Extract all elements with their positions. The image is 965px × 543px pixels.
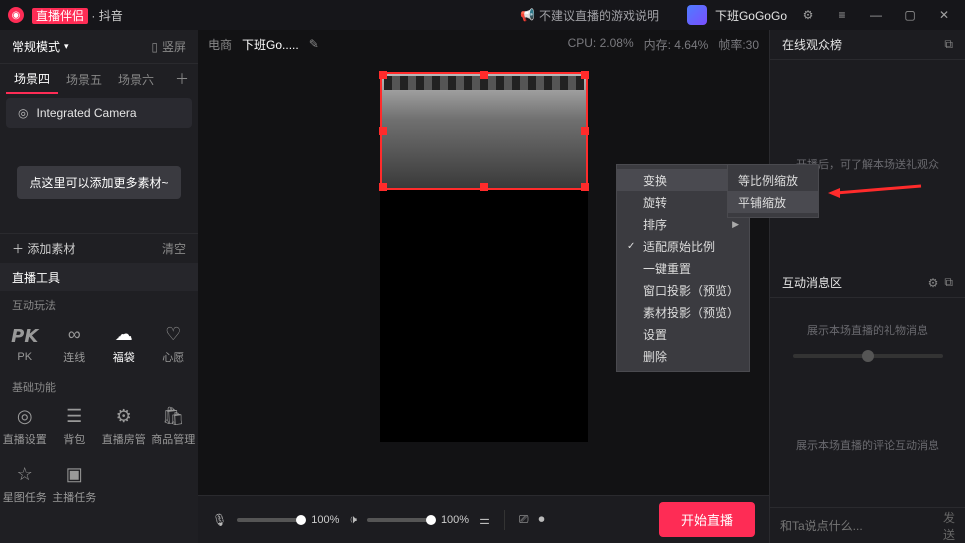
interact-header: 互动消息区 <box>782 274 842 291</box>
annotation-arrow <box>826 178 926 208</box>
speaker-volume-value: 100% <box>441 514 469 526</box>
scene-tab-6[interactable]: 场景六 <box>110 64 162 94</box>
tool-connect[interactable]: ∞连线 <box>50 315 100 373</box>
admin-icon: ⚙ <box>116 405 132 427</box>
speaker-icon[interactable]: 🕩 <box>349 512 357 527</box>
chat-send-button[interactable]: 发送 <box>943 509 955 543</box>
stat-fps: 帧率:30 <box>718 36 759 53</box>
mode-select[interactable]: 常规模式 ▾ <box>12 38 69 55</box>
interact-popout-icon[interactable]: ⧉ <box>944 275 953 290</box>
link-icon: ∞ <box>68 323 81 345</box>
viewers-header: 在线观众榜 <box>782 36 842 53</box>
add-source-button[interactable]: ＋ 添加素材 <box>12 240 75 257</box>
interact-settings-icon[interactable]: ⚙ <box>928 276 939 290</box>
scene-tab-5[interactable]: 场景五 <box>58 64 110 94</box>
stat-cpu: CPU: 2.08% <box>568 36 634 53</box>
context-submenu-transform: 等比例缩放 平铺缩放 <box>727 164 819 218</box>
mic-volume-value: 100% <box>311 514 339 526</box>
orientation-toggle[interactable]: ▯ 竖屏 <box>151 38 186 55</box>
tool-room-admin[interactable]: ⚙直播房管 <box>99 397 149 455</box>
stat-mem: 内存: 4.64% <box>644 36 709 53</box>
chat-input[interactable] <box>780 519 935 533</box>
preview-canvas[interactable] <box>380 72 588 442</box>
mic-icon[interactable]: 🎙 <box>212 513 227 527</box>
ctx-settings[interactable]: 设置 <box>617 323 749 345</box>
center-tab-ecommerce[interactable]: 电商 <box>208 36 232 53</box>
ctx-window-proj[interactable]: 窗口投影（预览） <box>617 279 749 301</box>
ctx-delete[interactable]: 删除 <box>617 345 749 367</box>
tool-star-task[interactable]: ☆星图任务 <box>0 455 50 513</box>
comment-empty-text: 展示本场直播的评论互动消息 <box>770 382 965 507</box>
pk-icon: 𝙋𝙆 <box>11 325 38 347</box>
tools-play-header: 互动玩法 <box>0 291 198 315</box>
center-tab-title[interactable]: 下班Go..... <box>242 36 299 53</box>
tool-backpack[interactable]: ☰背包 <box>50 397 100 455</box>
settings-icon[interactable]: ⚙ <box>795 2 821 28</box>
viewers-popout-icon[interactable]: ⧉ <box>944 37 953 52</box>
star-icon: ☆ <box>17 463 33 485</box>
ctx-fit-original[interactable]: ✓适配原始比例 <box>617 235 749 257</box>
gift-split-slider[interactable] <box>793 354 943 358</box>
add-scene-button[interactable]: ＋ <box>172 69 192 89</box>
camera-icon: ◎ <box>18 106 28 120</box>
tool-host-task[interactable]: ▣主播任务 <box>50 455 100 513</box>
task-icon: ▣ <box>66 463 83 485</box>
tool-live-settings[interactable]: ◎直播设置 <box>0 397 50 455</box>
app-badge: 直播伴侣 · 抖音 <box>32 7 123 24</box>
speaker-volume-slider[interactable] <box>367 518 431 522</box>
ctx-scale-tile[interactable]: 平铺缩放 <box>728 191 818 213</box>
scene-tab-4[interactable]: 场景四 <box>6 64 58 94</box>
tool-pk[interactable]: 𝙋𝙆PK <box>0 315 50 373</box>
mic-volume-slider[interactable] <box>237 518 301 522</box>
close-icon[interactable]: ✕ <box>931 2 957 28</box>
source-camera-label: Integrated Camera <box>36 106 136 120</box>
source-camera[interactable]: ◎ Integrated Camera <box>6 98 192 128</box>
cart-icon: 🛍 <box>162 405 185 427</box>
edit-title-icon[interactable]: ✎ <box>309 37 319 51</box>
top-help-link[interactable]: 📢 不建议直播的游戏说明 <box>520 7 659 24</box>
backpack-icon: ☰ <box>66 405 82 427</box>
mixer-icon[interactable]: ⚌ <box>479 513 490 527</box>
bag-icon: ☁ <box>115 323 133 345</box>
app-logo-icon: ◉ <box>8 7 24 23</box>
camera-toggle-icon[interactable]: ⎚ <box>519 512 529 527</box>
start-live-button[interactable]: 开始直播 <box>659 502 755 537</box>
clear-sources-button[interactable]: 清空 <box>162 240 186 257</box>
username[interactable]: 下班GoGoGo <box>715 7 787 24</box>
tool-goods[interactable]: 🛍商品管理 <box>149 397 199 455</box>
record-icon[interactable]: ⏺ <box>538 512 544 527</box>
tools-base-header: 基础功能 <box>0 373 198 397</box>
maximize-icon[interactable]: ▢ <box>897 2 923 28</box>
add-source-hint: 点这里可以添加更多素材~ <box>17 166 180 199</box>
gift-empty-text: 展示本场直播的礼物消息 <box>807 322 928 338</box>
minimize-icon[interactable]: — <box>863 2 889 28</box>
tool-luckybag[interactable]: ☁福袋 <box>99 315 149 373</box>
ctx-scale-proportional[interactable]: 等比例缩放 <box>728 169 818 191</box>
settings2-icon: ◎ <box>17 405 33 427</box>
menu-icon[interactable]: ≡ <box>829 2 855 28</box>
selected-source-frame[interactable] <box>380 72 588 190</box>
tool-wish[interactable]: ♡心愿 <box>149 315 199 373</box>
ctx-reset[interactable]: 一键重置 <box>617 257 749 279</box>
user-avatar[interactable] <box>687 5 707 25</box>
heart-icon: ♡ <box>165 323 181 345</box>
ctx-source-proj[interactable]: 素材投影（预览） <box>617 301 749 323</box>
tools-header: 直播工具 <box>0 263 198 291</box>
